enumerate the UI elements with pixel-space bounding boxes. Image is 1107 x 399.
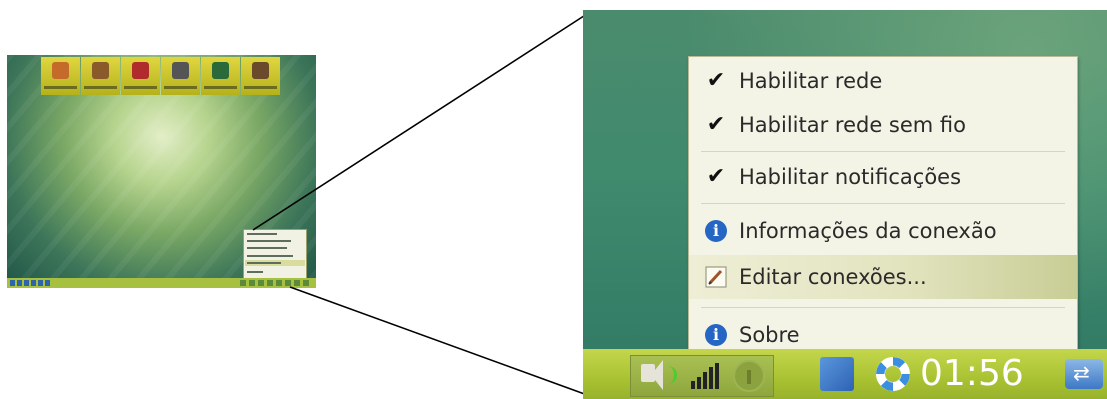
system-tray (630, 355, 774, 397)
check-icon: ✔ (706, 68, 726, 93)
menu-item-label: Informações da conexão (739, 219, 997, 243)
info-icon: i (705, 220, 727, 242)
menu-item-connection-info[interactable]: i Informações da conexão (689, 209, 1077, 253)
menu-item-enable-notifications[interactable]: ✔ Habilitar notificações (689, 155, 1077, 199)
menu-item-label: Editar conexões... (739, 265, 927, 289)
menu-item-label: Habilitar rede (739, 69, 883, 93)
zoom-line-top (252, 11, 591, 231)
menu-item-enable-wireless[interactable]: ✔ Habilitar rede sem fio (689, 103, 1077, 147)
lifebuoy-icon[interactable] (876, 357, 910, 391)
check-icon: ✔ (706, 164, 726, 189)
taskbar: 01:56 (583, 349, 1107, 399)
menu-item-label: Habilitar rede sem fio (739, 113, 966, 137)
menu-item-enable-network[interactable]: ✔ Habilitar rede (689, 59, 1077, 103)
menu-separator (701, 203, 1065, 204)
menu-item-label: Sobre (739, 323, 800, 347)
info-icon: i (705, 324, 727, 346)
zoom-line-bottom (289, 286, 591, 397)
zoomed-view: ✔ Habilitar rede ✔ Habilitar rede sem fi… (583, 10, 1107, 399)
pencil-icon (705, 266, 727, 288)
taskbar-clock[interactable]: 01:56 (920, 352, 1024, 396)
signal-bars-icon[interactable] (691, 363, 721, 389)
menu-separator (701, 307, 1065, 308)
cube-icon[interactable] (820, 357, 854, 391)
menu-item-label: Habilitar notificações (739, 165, 962, 189)
usb-icon[interactable] (1065, 359, 1103, 389)
menu-separator (701, 151, 1065, 152)
info-disabled-icon[interactable] (733, 360, 765, 392)
check-icon: ✔ (706, 112, 726, 137)
network-context-menu: ✔ Habilitar rede ✔ Habilitar rede sem fi… (688, 56, 1078, 364)
menu-item-edit-connections[interactable]: Editar conexões... (689, 255, 1077, 299)
